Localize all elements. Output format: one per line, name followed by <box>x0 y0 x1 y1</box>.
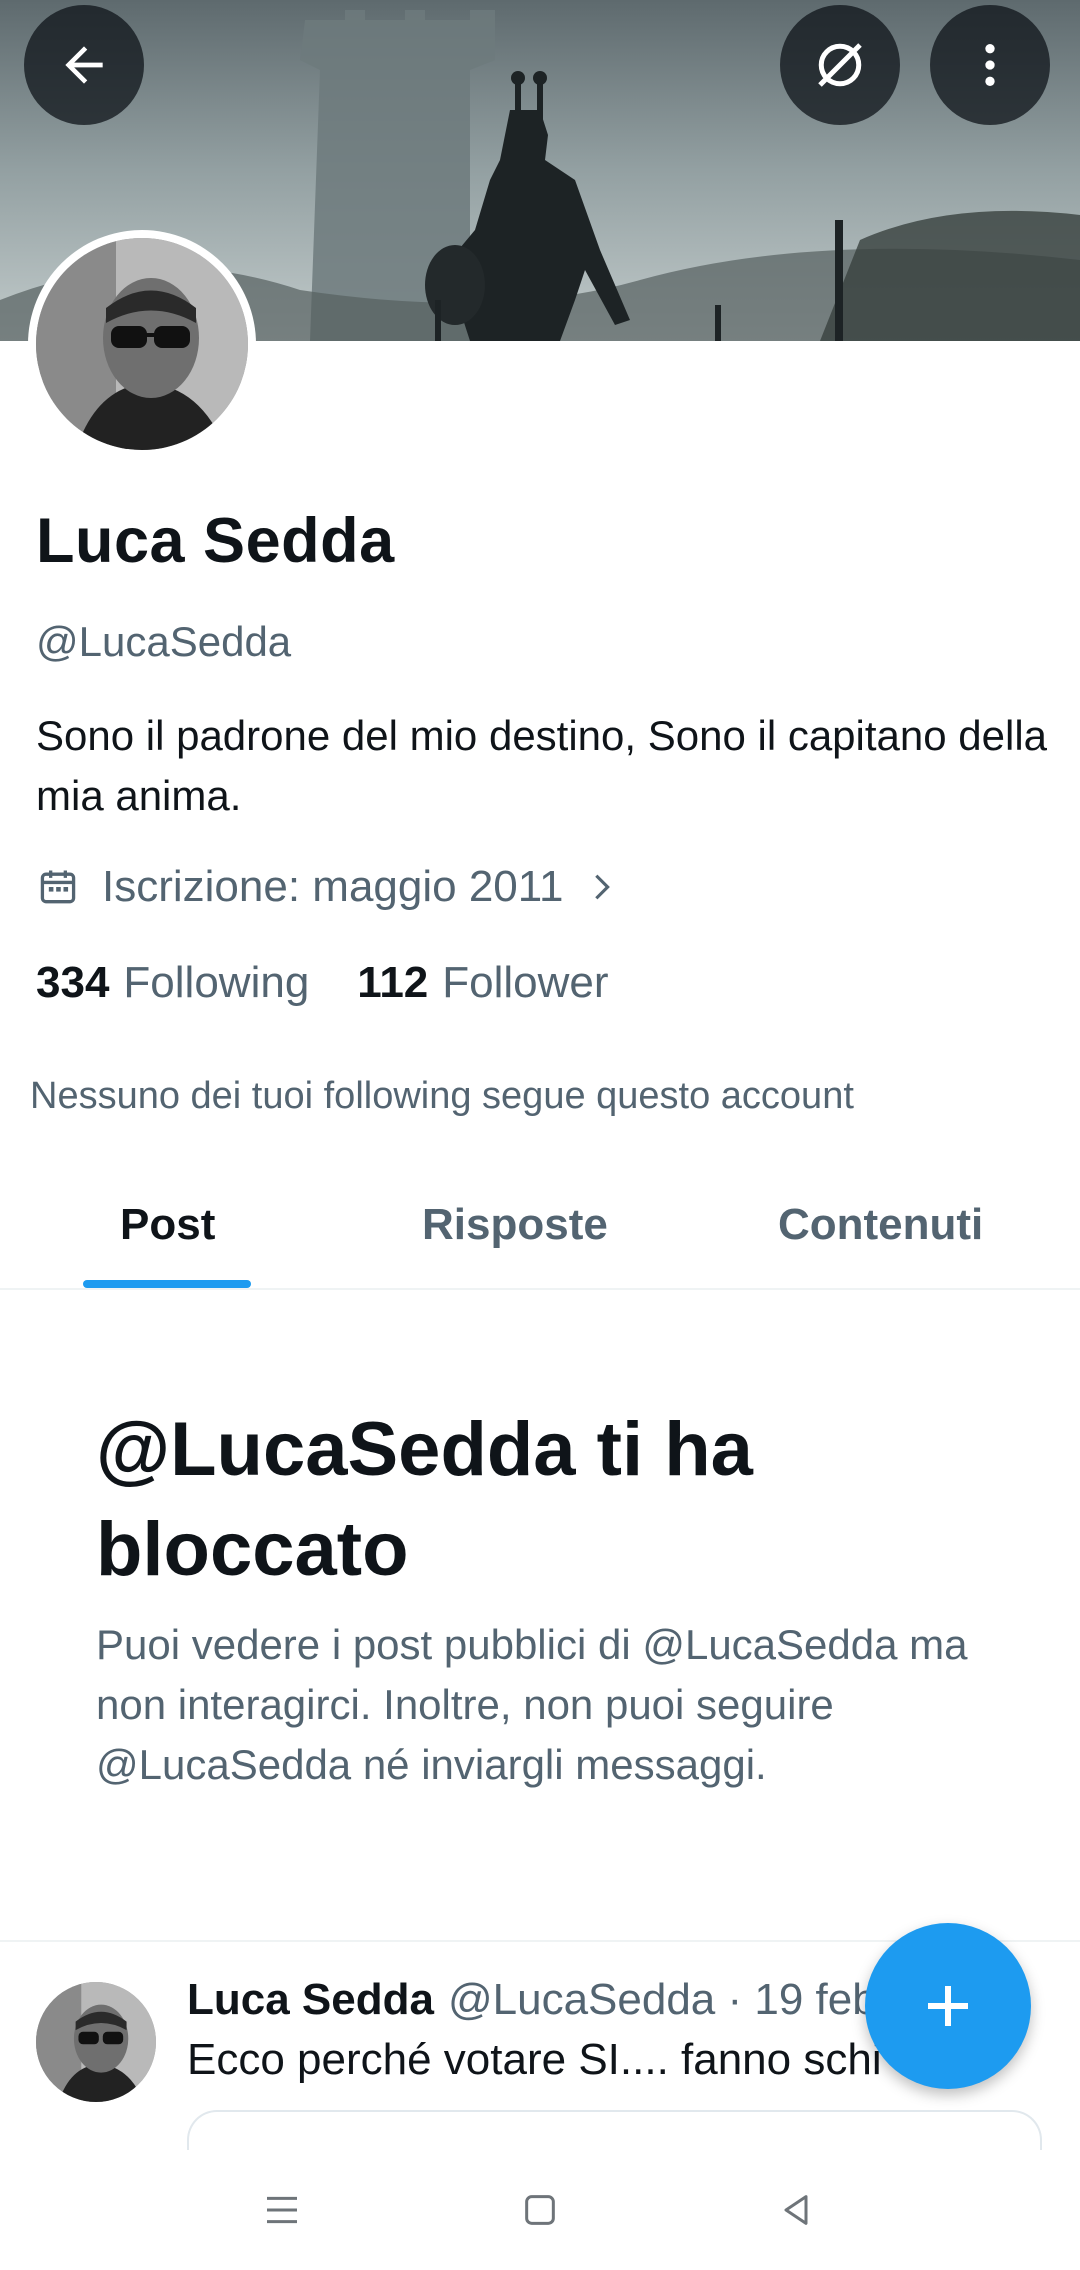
post-meta: @LucaSedda · 19 feb <box>447 1975 877 2024</box>
followers-label: Follower <box>442 958 609 1007</box>
post-avatar[interactable] <box>36 1982 156 2102</box>
triangle-back-icon[interactable] <box>776 2190 816 2230</box>
arrow-left-icon <box>65 46 103 84</box>
square-icon[interactable] <box>520 2190 560 2230</box>
tab-risposte[interactable]: Risposte <box>422 1200 608 1250</box>
grok-button[interactable] <box>780 5 900 125</box>
profile-tabs: Post Risposte Contenuti <box>0 1170 1080 1290</box>
profile-handle: @LucaSedda <box>36 618 292 665</box>
back-button[interactable] <box>24 5 144 125</box>
post-text[interactable]: Ecco perché votare SI.... fanno schi <box>187 2035 882 2085</box>
post-author: Luca Sedda <box>187 1975 434 2024</box>
blocked-description: Puoi vedere i post pubblici di @LucaSedd… <box>96 1621 968 1788</box>
profile-bio: Sono il padrone del mio destino, Sono il… <box>36 712 1048 819</box>
followers-count: 112 <box>357 958 429 1007</box>
following-label: Following <box>123 958 310 1007</box>
post-header[interactable]: Luca Sedda @LucaSedda · 19 feb <box>187 1975 877 2025</box>
chevron-right-icon <box>595 874 611 900</box>
calendar-icon <box>40 870 76 904</box>
profile-avatar[interactable] <box>28 230 256 458</box>
followers-stat[interactable]: 112 Follower <box>357 958 608 1008</box>
tab-post[interactable]: Post <box>120 1200 215 1250</box>
mutual-followers-note: Nessuno dei tuoi following segue questo … <box>30 1075 854 1117</box>
avatar-image <box>36 238 248 450</box>
profile-name: Luca Sedda <box>36 506 395 576</box>
follow-stats: 334 Following 112 Follower <box>36 958 657 1008</box>
slashed-circle-icon <box>818 43 862 87</box>
joined-date[interactable]: Iscrizione: maggio 2011 <box>36 862 619 912</box>
joined-label: Iscrizione: maggio 2011 <box>102 862 564 911</box>
more-options-button[interactable] <box>930 5 1050 125</box>
blocked-title: @LucaSedda ti ha bloccato <box>96 1407 753 1592</box>
tab-contenuti[interactable]: Contenuti <box>778 1200 983 1250</box>
plus-icon <box>928 1986 968 2026</box>
compose-button[interactable] <box>865 1923 1031 2089</box>
following-stat[interactable]: 334 Following <box>36 958 309 1008</box>
menu-lines-icon[interactable] <box>262 2190 302 2230</box>
vertical-dots-icon <box>985 44 995 86</box>
following-count: 334 <box>36 958 110 1007</box>
system-nav-bar <box>0 2150 1080 2270</box>
active-tab-indicator <box>83 1280 251 1288</box>
